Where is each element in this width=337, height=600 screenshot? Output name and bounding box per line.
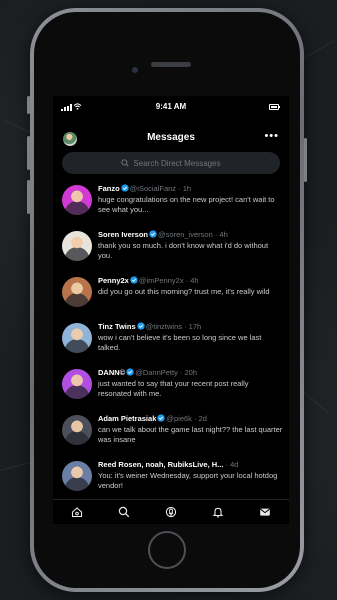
conversation-handle: @tinztwins — [145, 322, 183, 331]
conversation-name-suffix: © — [119, 368, 126, 377]
background-texture — [300, 40, 336, 61]
conversation-name: Penny2x — [98, 276, 129, 285]
power-button — [304, 138, 307, 182]
conversation-item[interactable]: Penny2x @imPenny2x · 4h did you go out thi… — [53, 272, 289, 318]
bell-icon — [212, 507, 224, 518]
verified-badge-icon — [130, 276, 138, 284]
conversation-handle: @iSocialFanz — [129, 184, 177, 193]
verified-badge-icon — [157, 414, 166, 422]
phone-bezel: 9:41 AM Messages ••• Search Direct Messa… — [34, 12, 300, 588]
conversation-time: · 4h — [183, 276, 199, 285]
conversation-handle: @imPenny2x — [138, 276, 184, 285]
tab-messages[interactable] — [257, 504, 273, 520]
conversation-item[interactable]: Soren Iverson @soren_iverson · 4h thank yo… — [53, 226, 289, 272]
search-icon — [121, 159, 129, 167]
page-title: Messages — [147, 132, 195, 143]
verified-badge-icon — [126, 368, 134, 376]
tab-spaces[interactable] — [163, 504, 179, 520]
conversation-time: · 4d — [225, 460, 239, 469]
conversation-handle: @soren_iverson — [158, 230, 213, 239]
conversation-handle: @DannPetty — [135, 368, 178, 377]
search-icon — [118, 506, 130, 518]
conversation-content: Penny2x @imPenny2x · 4h did you go out thi… — [98, 276, 283, 297]
more-horizontal-icon[interactable]: ••• — [264, 130, 279, 142]
conversation-message: wow i can't believe it's been so long si… — [98, 333, 262, 352]
conversation-message: thank you so much. i don't know what i'd… — [98, 241, 269, 260]
conversation-message: huge congratulations on the new project!… — [98, 195, 275, 214]
conversation-message: just wanted to say that your recent post… — [98, 379, 249, 398]
conversation-header: DANN© @DannPetty · 20h — [98, 368, 283, 378]
conversation-handle: @pie6k — [166, 414, 192, 423]
conversation-header: Soren Iverson @soren_iverson · 4h — [98, 230, 283, 240]
front-camera — [132, 67, 138, 73]
phone-frame: 9:41 AM Messages ••• Search Direct Messa… — [27, 8, 307, 592]
conversation-content: Adam Pietrasiak @pie6k · 2d can we talk ab… — [98, 414, 283, 445]
app-screen: 9:41 AM Messages ••• Search Direct Messa… — [53, 96, 289, 524]
mute-switch — [27, 96, 30, 114]
conversation-avatar — [62, 461, 92, 491]
conversation-item[interactable]: Fanzo @iSocialFanz · 1h huge congratulatio… — [53, 180, 289, 226]
conversation-name: Soren Iverson — [98, 230, 149, 239]
home-icon — [71, 507, 82, 518]
conversation-header: Fanzo @iSocialFanz · 1h — [98, 184, 283, 194]
conversation-time: · 1h — [176, 184, 192, 193]
conversation-content: Reed Rosen, noah, RubiksLive, H... · 4d Y… — [98, 460, 283, 491]
conversation-avatar — [62, 231, 92, 261]
conversation-name: Reed Rosen, noah, RubiksLive, H... — [98, 460, 224, 469]
conversation-avatar — [62, 185, 92, 215]
conversation-avatar — [62, 277, 92, 307]
volume-down-button — [27, 180, 30, 214]
tab-search[interactable] — [116, 504, 132, 520]
background-texture — [0, 460, 35, 471]
conversation-item[interactable]: Tinz Twins @tinztwins · 17h wow i can't be… — [53, 318, 289, 364]
conversation-item[interactable]: Adam Pietrasiak @pie6k · 2d can we talk ab… — [53, 410, 289, 456]
conversation-avatar — [62, 369, 92, 399]
conversation-name: Fanzo — [98, 184, 120, 193]
conversation-time: · 20h — [177, 368, 198, 377]
home-button[interactable] — [148, 531, 186, 569]
conversation-time: · 2d — [191, 414, 207, 423]
conversation-avatar — [62, 323, 92, 353]
conversation-item[interactable]: Reed Rosen, noah, RubiksLive, H... · 4d Y… — [53, 456, 289, 502]
conversation-time: · 17h — [182, 322, 202, 331]
conversation-content: DANN© @DannPetty · 20h just wanted to say … — [98, 368, 283, 399]
header: Messages ••• — [53, 130, 289, 152]
conversation-item[interactable]: DANN© @DannPetty · 20h just wanted to say … — [53, 364, 289, 410]
tab-home[interactable] — [69, 504, 85, 520]
tab-bar — [53, 499, 289, 524]
verified-badge-icon — [149, 230, 157, 238]
conversation-header: Reed Rosen, noah, RubiksLive, H... · 4d — [98, 460, 283, 470]
conversation-content: Fanzo @iSocialFanz · 1h huge congratulatio… — [98, 184, 283, 215]
conversation-time: · 4h — [212, 230, 228, 239]
conversation-header: Penny2x @imPenny2x · 4h — [98, 276, 283, 286]
conversation-avatar — [62, 415, 92, 445]
conversation-name: DANN — [98, 368, 120, 377]
tab-notifications[interactable] — [210, 504, 226, 520]
battery-icon — [269, 104, 280, 110]
conversation-message: You: it's weiner Wednesday, support your… — [98, 471, 278, 490]
search-placeholder: Search Direct Messages — [133, 158, 221, 168]
conversation-header: Adam Pietrasiak @pie6k · 2d — [98, 414, 283, 424]
conversation-header: Tinz Twins @tinztwins · 17h — [98, 322, 283, 332]
verified-badge-icon — [120, 184, 129, 192]
conversation-message: can we talk about the game last night?? … — [98, 425, 283, 444]
spaces-icon — [165, 506, 177, 518]
search-input[interactable]: Search Direct Messages — [62, 152, 280, 174]
verified-badge-icon — [136, 322, 145, 330]
status-time: 9:41 AM — [155, 102, 187, 111]
conversation-name: Adam Pietrasiak — [98, 414, 157, 423]
status-bar: 9:41 AM — [53, 102, 289, 116]
conversation-name: Tinz Twins — [98, 322, 136, 331]
volume-up-button — [27, 136, 30, 170]
conversation-content: Tinz Twins @tinztwins · 17h wow i can't be… — [98, 322, 283, 353]
conversation-content: Soren Iverson @soren_iverson · 4h thank yo… — [98, 230, 283, 261]
earpiece-speaker — [151, 62, 191, 67]
envelope-icon — [260, 508, 271, 516]
conversation-message: did you go out this morning? trust me, i… — [98, 287, 270, 296]
